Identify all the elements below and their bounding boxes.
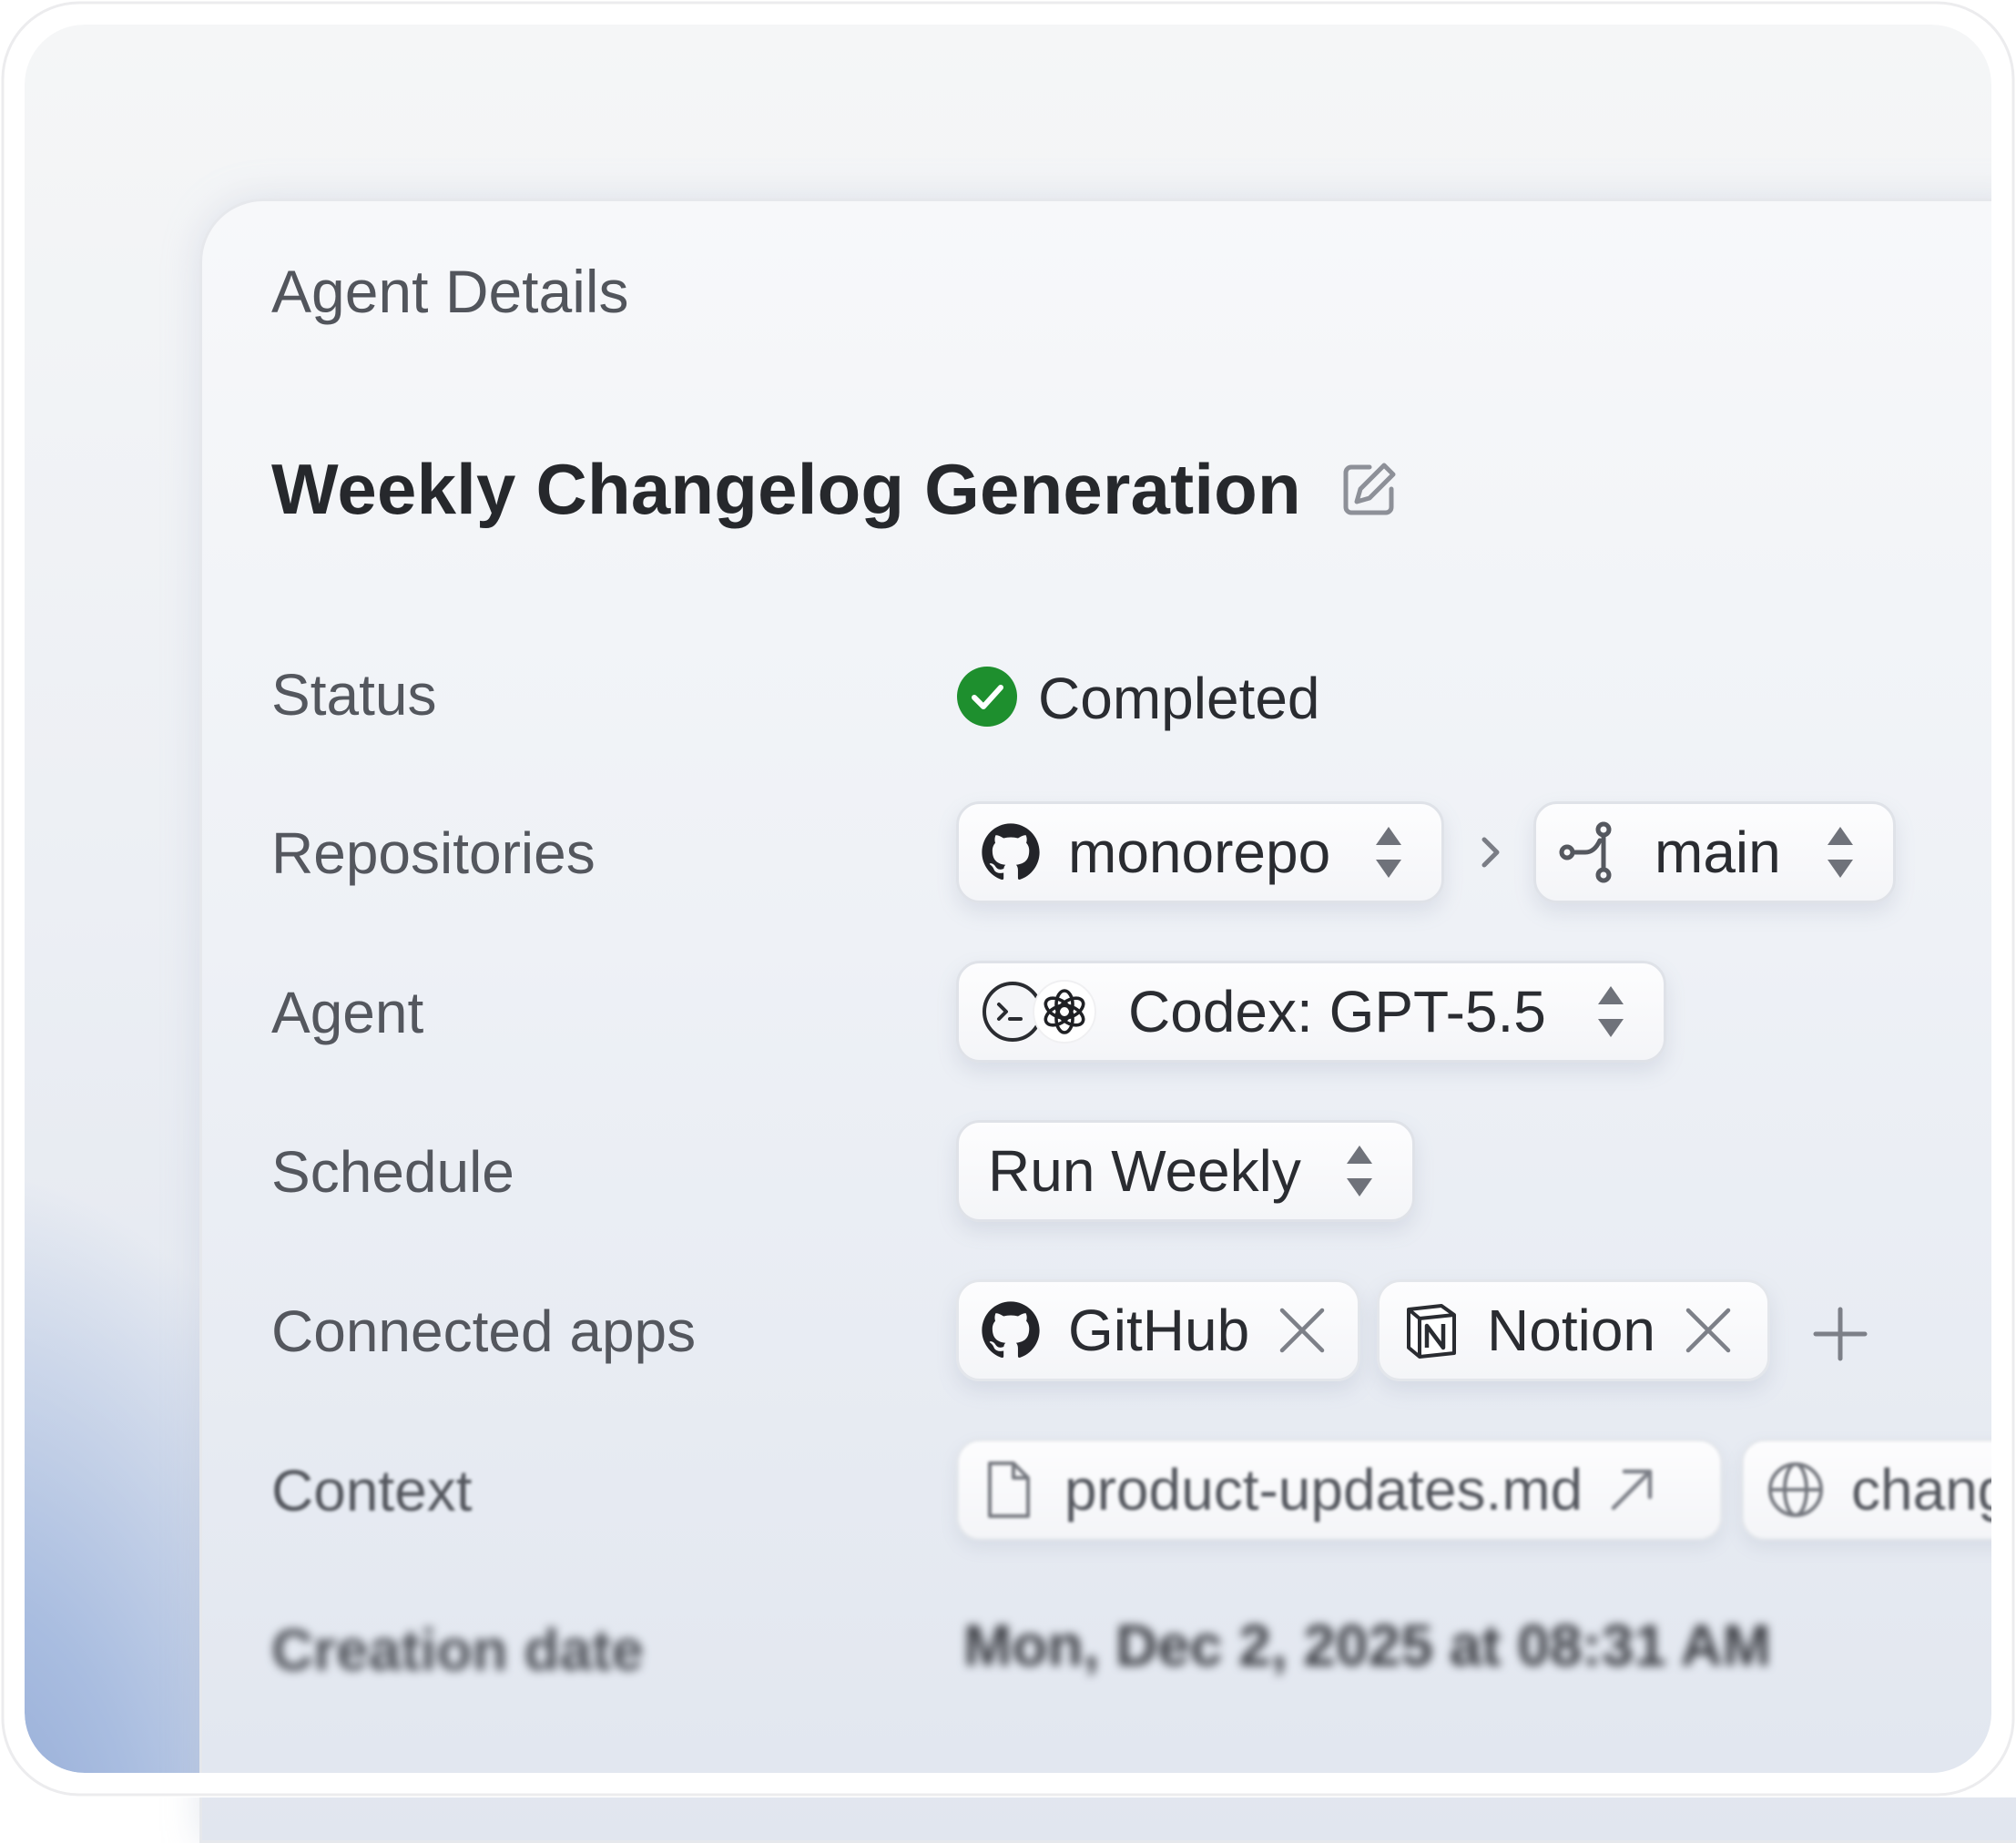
corner-mask — [0, 0, 2016, 1797]
